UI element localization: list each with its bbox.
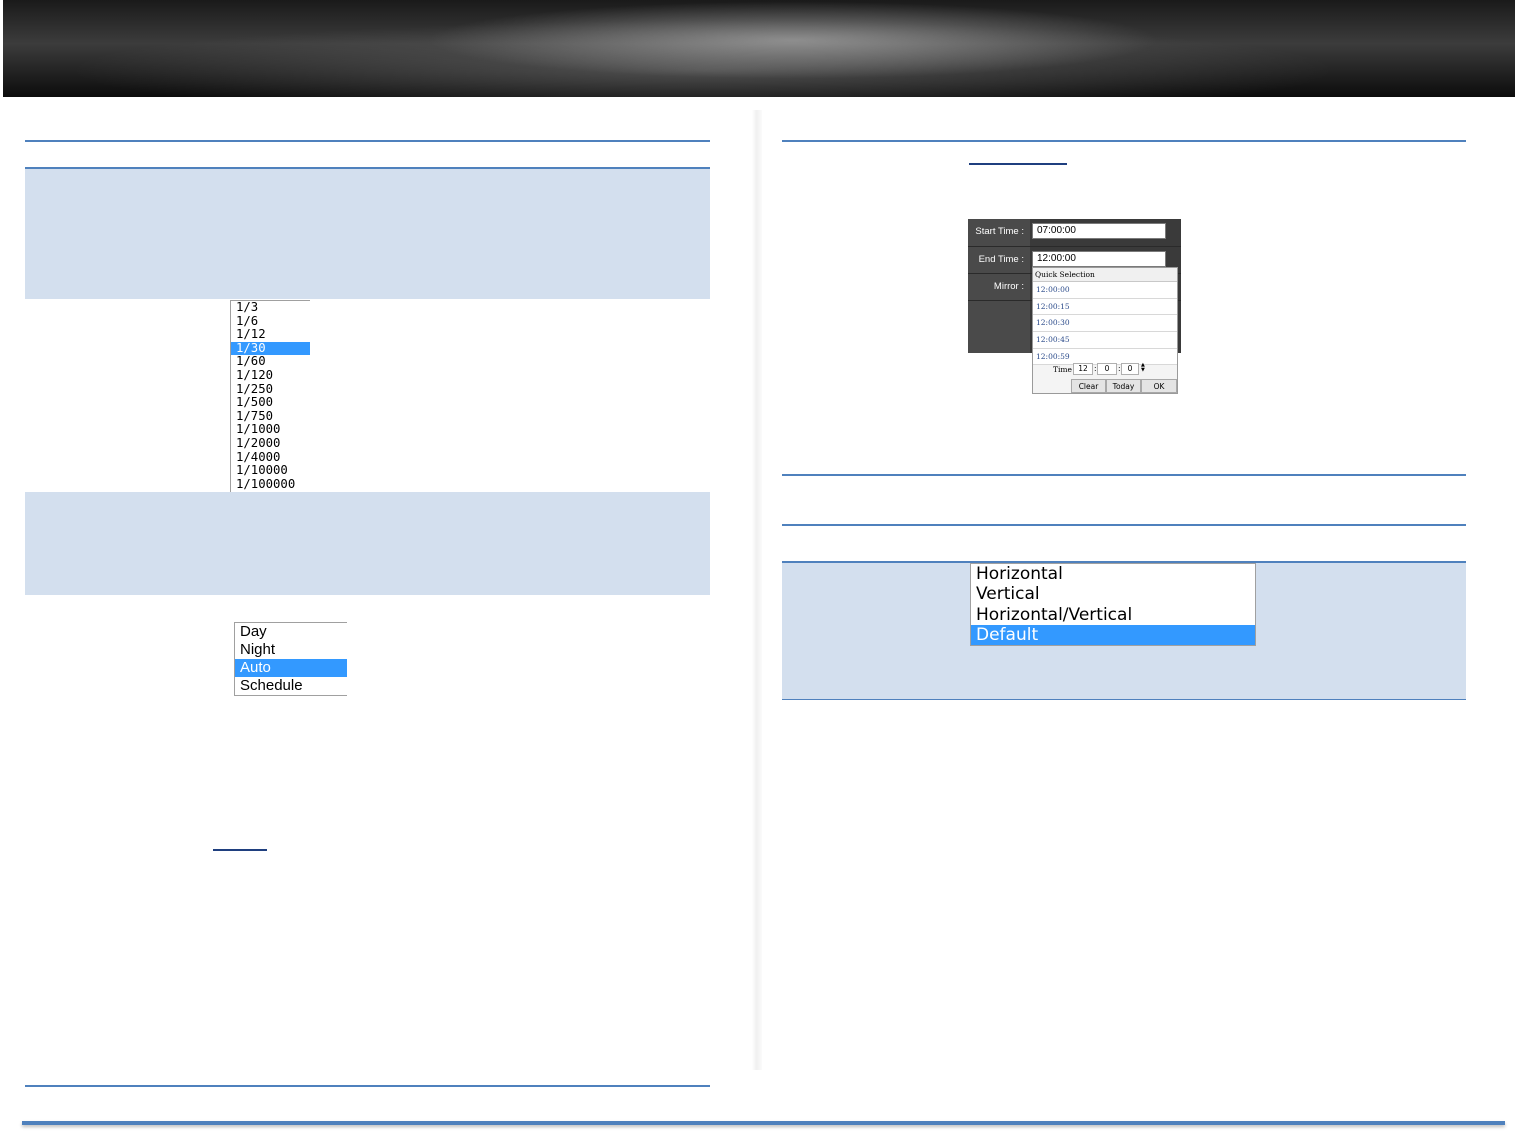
left-bottom-rule <box>25 1085 710 1087</box>
shutter-option[interactable]: 1/1000 <box>231 423 310 437</box>
header-banner <box>3 0 1515 97</box>
mirror-option[interactable]: Default <box>971 624 1255 645</box>
left-top-rule <box>25 140 710 142</box>
day-night-option[interactable]: Night <box>235 641 347 659</box>
shutter-option[interactable]: 1/100000 <box>231 477 310 492</box>
left-link-underline[interactable] <box>213 849 267 851</box>
shutter-option[interactable]: 1/10000 <box>231 464 310 478</box>
ok-button[interactable]: OK <box>1141 379 1177 393</box>
shutter-option[interactable]: 1/4000 <box>231 450 310 465</box>
time-spinner-icon[interactable]: ▲ ▼ <box>1141 363 1145 373</box>
shutter-option[interactable]: 1/2000 <box>231 436 310 451</box>
right-link-underline[interactable] <box>969 163 1067 165</box>
column-divider <box>752 110 762 1070</box>
quick-time-option[interactable]: 12:00:00 <box>1033 282 1177 299</box>
mirror-label: Mirror : <box>993 281 1024 292</box>
shutter-option[interactable]: 1/750 <box>231 409 310 424</box>
start-time-input[interactable]: 07:00:00 <box>1032 223 1166 239</box>
day-night-option[interactable]: Auto <box>235 659 347 677</box>
schedule-separator <box>968 246 1181 247</box>
time-label: Time <box>1053 365 1072 374</box>
left-panel-shutter <box>25 169 710 299</box>
shutter-speed-list[interactable]: 1/3 1/6 1/12 1/30 1/60 1/120 1/250 1/500 1/750 1/… <box>230 300 310 492</box>
shutter-option[interactable]: 1/6 <box>231 314 310 329</box>
shutter-option[interactable]: 1/250 <box>231 382 310 397</box>
right-top-rule <box>782 140 1466 142</box>
hour-input[interactable]: 12 <box>1073 363 1093 375</box>
second-input[interactable]: 0 <box>1121 363 1139 375</box>
mirror-option[interactable]: Horizontal/Vertical <box>971 605 1255 625</box>
minute-input[interactable]: 0 <box>1097 363 1117 375</box>
quick-time-option[interactable]: 12:00:30 <box>1033 315 1177 333</box>
shutter-option[interactable]: 1/12 <box>231 328 310 342</box>
shutter-option[interactable]: 1/60 <box>231 355 310 369</box>
right-rule-2 <box>782 474 1466 476</box>
today-button[interactable]: Today <box>1106 379 1141 393</box>
day-night-option[interactable]: Day <box>235 623 347 641</box>
end-time-input[interactable]: 12:00:00 <box>1032 251 1166 267</box>
mirror-list[interactable]: Horizontal Vertical Horizontal/Vertical Def… <box>970 563 1256 646</box>
quick-selection-title: Quick Selection <box>1033 268 1177 282</box>
end-time-label: End Time : <box>978 254 1024 265</box>
footer-rule <box>22 1121 1505 1125</box>
clear-button[interactable]: Clear <box>1071 379 1106 393</box>
day-night-list[interactable]: Day Night Auto Schedule <box>234 622 347 696</box>
mirror-option[interactable]: Horizontal <box>971 564 1255 584</box>
shutter-option[interactable]: 1/3 <box>231 301 310 315</box>
quick-time-option[interactable]: 12:00:45 <box>1033 332 1177 349</box>
quick-time-option[interactable]: 12:00:15 <box>1033 298 1177 316</box>
left-panel-daynight <box>25 492 710 595</box>
shutter-option[interactable]: 1/500 <box>231 396 310 410</box>
time-picker-popup: Quick Selection 12:00:00 12:00:15 12:00:30… <box>1032 267 1178 394</box>
shutter-option[interactable]: 1/120 <box>231 368 310 383</box>
quick-selection-list: 12:00:00 12:00:15 12:00:30 12:00:45 12:00:59 <box>1033 282 1177 366</box>
time-row: Time 12 : 0 : 0 ▲ ▼ <box>1033 362 1177 377</box>
shutter-option[interactable]: 1/30 <box>231 341 310 356</box>
mirror-option[interactable]: Vertical <box>971 584 1255 604</box>
day-night-option[interactable]: Schedule <box>235 677 347 695</box>
right-panel-bottom-rule <box>782 699 1466 700</box>
start-time-label: Start Time : <box>975 226 1024 237</box>
right-rule-3 <box>782 524 1466 526</box>
